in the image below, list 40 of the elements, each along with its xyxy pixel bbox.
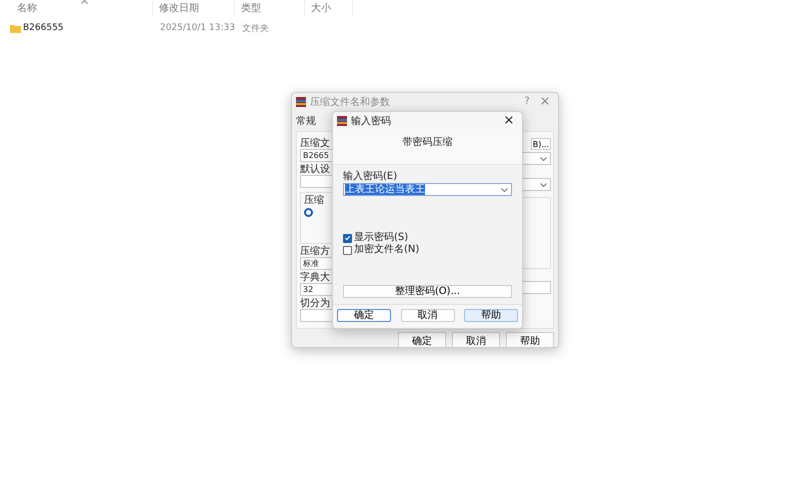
column-header[interactable]: 修改日期 [159,1,199,15]
folder-icon [10,24,21,32]
field-label: 输入密码(E) [343,171,398,182]
dialog-button[interactable]: 取消 [452,332,500,348]
checkbox-label[interactable]: 显示密码(S) [354,232,408,243]
file-type: 文件夹 [241,22,270,34]
dialog-button[interactable]: 确定 [398,332,446,348]
group-label: 压缩 [304,195,324,206]
close-button[interactable]: × [502,113,516,128]
window-title: 输入密码 [351,114,391,128]
checkbox[interactable] [343,246,352,254]
app-icon [296,96,306,106]
radio-button[interactable] [304,208,313,217]
dropdown-icon[interactable] [540,182,547,186]
organize-passwords-button[interactable]: 整理密码(O)... [343,285,512,298]
field-label: 字典大 [300,272,330,283]
dialog-heading: 带密码压缩 [333,129,522,165]
browse-button[interactable]: B)... [530,138,551,150]
checkbox[interactable] [343,234,352,242]
dialog-button[interactable]: 帮助 [464,309,518,322]
modified-date: 2025/10/1 13:33 [159,23,235,33]
app-icon [337,116,347,126]
password-field[interactable]: 上表王论运当表王 [343,183,512,196]
column-header[interactable]: 类型 [241,1,261,15]
dialog-button[interactable]: 取消 [400,309,454,322]
field-label: 默认设 [300,164,330,175]
dialog-button[interactable]: 确定 [337,309,391,322]
file-name[interactable]: B266555 [23,23,64,33]
column-header[interactable]: 大小 [311,1,331,15]
dropdown-icon[interactable] [501,188,508,192]
field-label: 压缩文 [300,138,330,149]
field-label: 切分为 [300,298,330,309]
checkbox-label[interactable]: 加密文件名(N) [354,244,420,255]
dropdown-icon[interactable] [540,156,547,160]
column-header[interactable]: 名称 [17,1,37,15]
window-title: 压缩文件名和参数 [310,96,390,108]
sort-caret-icon [81,0,88,4]
dialog-button[interactable]: 帮助 [506,332,554,348]
tab[interactable]: 常规 [296,114,316,128]
field-label: 压缩方 [300,246,330,257]
